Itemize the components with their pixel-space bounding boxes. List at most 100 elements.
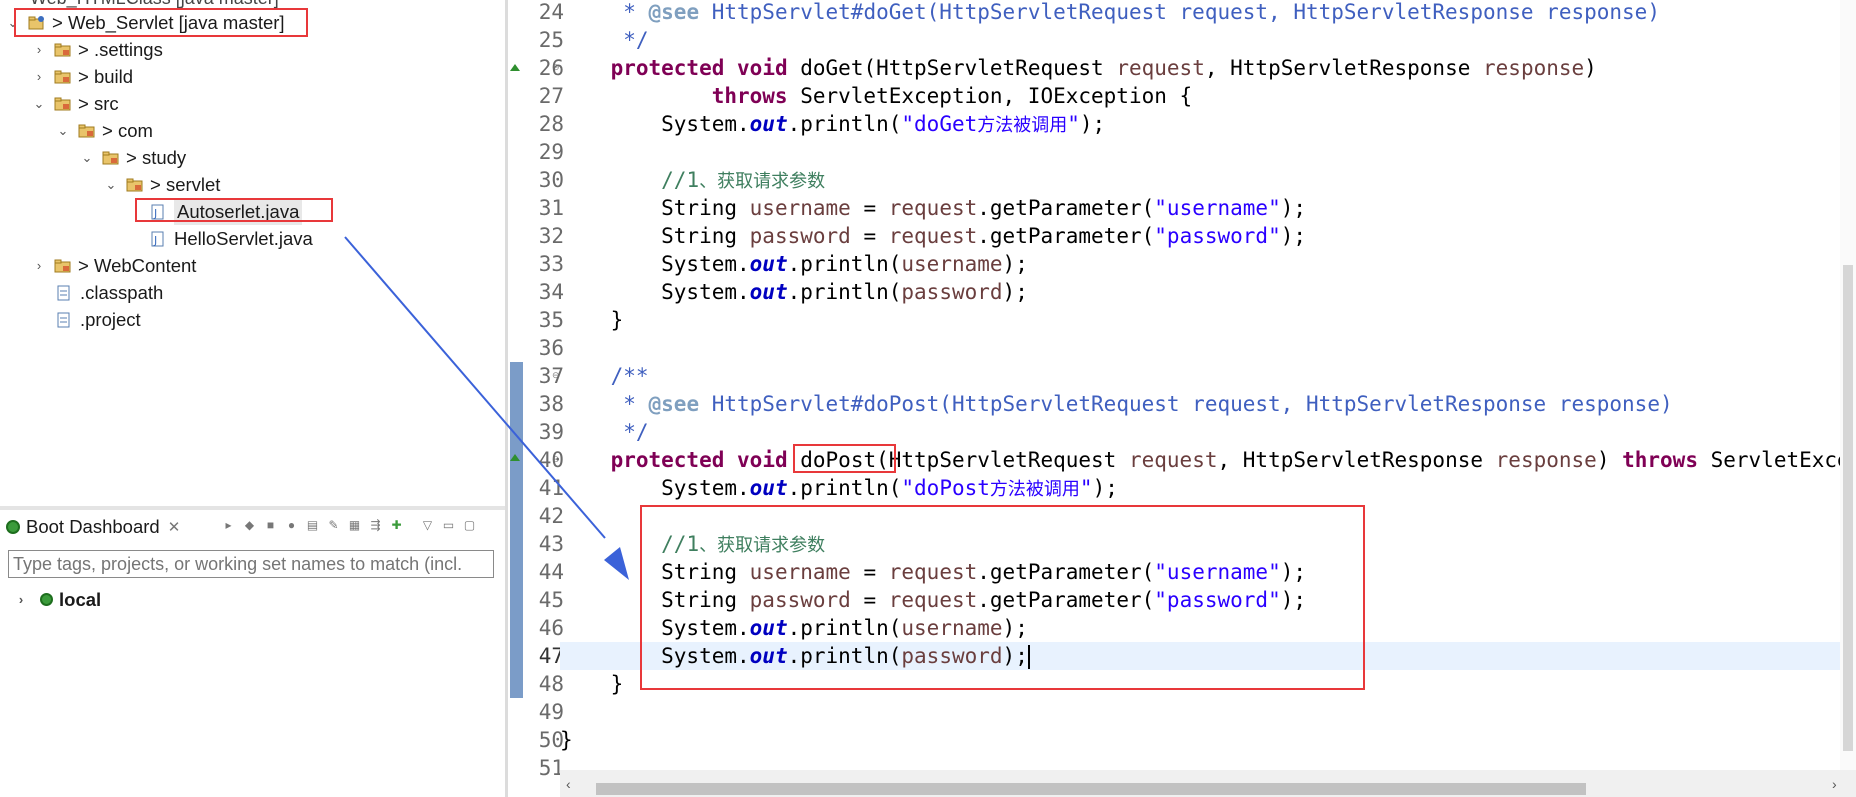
- tab-label: Boot Dashboard: [26, 515, 160, 537]
- tree-item-project-file[interactable]: .project: [56, 306, 141, 333]
- tree-item-label: > Web_Servlet [java master]: [52, 12, 285, 33]
- line-number: 45: [538, 588, 564, 612]
- scroll-left-icon[interactable]: ‹: [566, 776, 571, 792]
- properties-icon[interactable]: ▦: [346, 516, 363, 533]
- line-number: 35: [538, 308, 564, 332]
- line-number: 51: [538, 756, 564, 780]
- debug-icon[interactable]: ◆: [241, 516, 258, 533]
- package-icon: [78, 123, 96, 139]
- text-caret: [1027, 645, 1030, 669]
- code-line: String username = request.getParameter("…: [560, 560, 1307, 584]
- chevron-right-icon[interactable]: ›: [32, 258, 46, 273]
- horizontal-scroll-thumb[interactable]: [596, 783, 1586, 795]
- code-line: String password = request.getParameter("…: [560, 224, 1307, 248]
- view-menu-icon[interactable]: ▽: [419, 516, 436, 533]
- add-icon[interactable]: ✚: [388, 516, 405, 533]
- close-icon[interactable]: ✕: [168, 518, 181, 536]
- line-number: 29: [538, 140, 564, 164]
- line-number: 42: [538, 504, 564, 528]
- line-number: 46: [538, 616, 564, 640]
- edit-icon[interactable]: ✎: [325, 516, 342, 533]
- minimize-icon[interactable]: ▭: [440, 516, 457, 533]
- tree-item-study[interactable]: ⌄ > study: [80, 144, 187, 171]
- tree-item-label: > src: [78, 93, 119, 114]
- chevron-down-icon[interactable]: ⌄: [6, 15, 20, 31]
- vertical-scrollbar[interactable]: [1840, 0, 1856, 770]
- tree-item-servlet[interactable]: ⌄ > servlet: [104, 171, 221, 198]
- code-area[interactable]: * @see HttpServlet#doGet(HttpServletRequ…: [560, 0, 1856, 770]
- line-number: 31: [538, 196, 564, 220]
- line-number: 44: [538, 560, 564, 584]
- code-line: //1、获取请求参数: [661, 168, 826, 192]
- code-line: //1、获取请求参数: [661, 532, 826, 556]
- code-line: System.out.println(password);: [560, 280, 1028, 304]
- code-line: System.out.println(username);: [560, 252, 1028, 276]
- line-number: 34: [538, 280, 564, 304]
- tab-boot-dashboard[interactable]: Boot Dashboard ✕: [0, 510, 200, 543]
- local-server-icon: [40, 593, 53, 606]
- tree-item-webcontent[interactable]: › > WebContent: [32, 252, 197, 279]
- java-file-icon: J: [150, 204, 168, 220]
- refresh-icon[interactable]: ●: [283, 516, 300, 533]
- start-icon[interactable]: ▸: [220, 516, 237, 533]
- tree-item-label: local: [59, 588, 102, 610]
- line-number: 30: [538, 168, 564, 192]
- tree-item-autoserlet[interactable]: J Autoserlet.java: [150, 198, 303, 225]
- java-file-icon: J: [150, 231, 168, 247]
- stop-icon[interactable]: ■: [262, 516, 279, 533]
- code-line: }: [560, 672, 624, 696]
- line-number: 25: [538, 28, 564, 52]
- code-line: }: [560, 728, 573, 752]
- tree-item-label: .classpath: [80, 282, 164, 303]
- tree-item-local[interactable]: › local: [14, 586, 101, 613]
- console-icon[interactable]: ▤: [304, 516, 321, 533]
- line-number: 43: [538, 532, 564, 556]
- code-line: String username = request.getParameter("…: [560, 196, 1307, 220]
- chevron-right-icon[interactable]: ›: [32, 69, 46, 84]
- code-line: throws ServletException, IOException {: [711, 84, 1193, 108]
- file-icon: [56, 285, 74, 301]
- tree-item-cutoff[interactable]: Web_HTMLClass [java master]: [30, 0, 279, 9]
- tree-item-web-servlet[interactable]: ⌄ > Web_Servlet [java master]: [6, 9, 285, 36]
- tree-item-com[interactable]: ⌄ > com: [56, 117, 153, 144]
- vertical-scroll-thumb[interactable]: [1843, 265, 1853, 751]
- code-line: protected void doGet(HttpServletRequest …: [610, 56, 1597, 80]
- chevron-down-icon[interactable]: ⌄: [32, 96, 46, 112]
- chevron-down-icon[interactable]: ⌄: [104, 177, 118, 193]
- code-editor[interactable]: ⊖ ⊖ ⊖ 24 25 26 27 28 29 30 31 32 33 34 35 36 37 38 39 40…: [508, 0, 1856, 797]
- deploy-icon[interactable]: ⇶: [367, 516, 384, 533]
- line-number-gutter: ⊖ ⊖ ⊖ 24 25 26 27 28 29 30 31 32 33 34 35 36 37 38 39 40…: [508, 0, 564, 780]
- code-line: }: [560, 308, 624, 332]
- boot-dashboard: Boot Dashboard ✕ ▸ ◆ ■ ● ▤ ✎ ▦ ⇶ ✚ ▽ ▭ ▢…: [0, 510, 505, 797]
- scroll-right-icon[interactable]: ›: [1832, 776, 1837, 792]
- tree-item-src[interactable]: ⌄ > src: [32, 90, 119, 117]
- horizontal-scrollbar[interactable]: ‹ ›: [560, 770, 1856, 797]
- line-number: 37: [538, 364, 564, 388]
- line-number: 24: [538, 0, 564, 24]
- tree-item-label: > WebContent: [78, 255, 197, 276]
- code-line: String password = request.getParameter("…: [560, 588, 1307, 612]
- boot-filter-input[interactable]: [8, 550, 494, 578]
- tree-item-helloservlet[interactable]: J HelloServlet.java: [150, 225, 313, 252]
- package-icon: [126, 177, 144, 193]
- tree-item-label: > build: [78, 66, 134, 87]
- tree-item-label: > study: [126, 147, 187, 168]
- line-number: 28: [538, 112, 564, 136]
- line-number: 36: [538, 336, 564, 360]
- tree-item-settings[interactable]: › > .settings: [32, 36, 163, 63]
- folder-icon: [54, 96, 72, 112]
- line-number: 27: [538, 84, 564, 108]
- chevron-down-icon[interactable]: ⌄: [56, 123, 70, 139]
- tree-item-build[interactable]: › > build: [32, 63, 133, 90]
- maximize-icon[interactable]: ▢: [461, 516, 478, 533]
- chevron-right-icon[interactable]: ›: [32, 42, 46, 57]
- tree-item-classpath[interactable]: .classpath: [56, 279, 163, 306]
- chevron-down-icon[interactable]: ⌄: [80, 150, 94, 166]
- line-number: 47: [538, 644, 564, 668]
- code-line: * @see HttpServlet#doPost(HttpServletReq…: [560, 392, 1673, 416]
- line-number: 40: [538, 448, 564, 472]
- chevron-right-icon[interactable]: ›: [14, 592, 28, 607]
